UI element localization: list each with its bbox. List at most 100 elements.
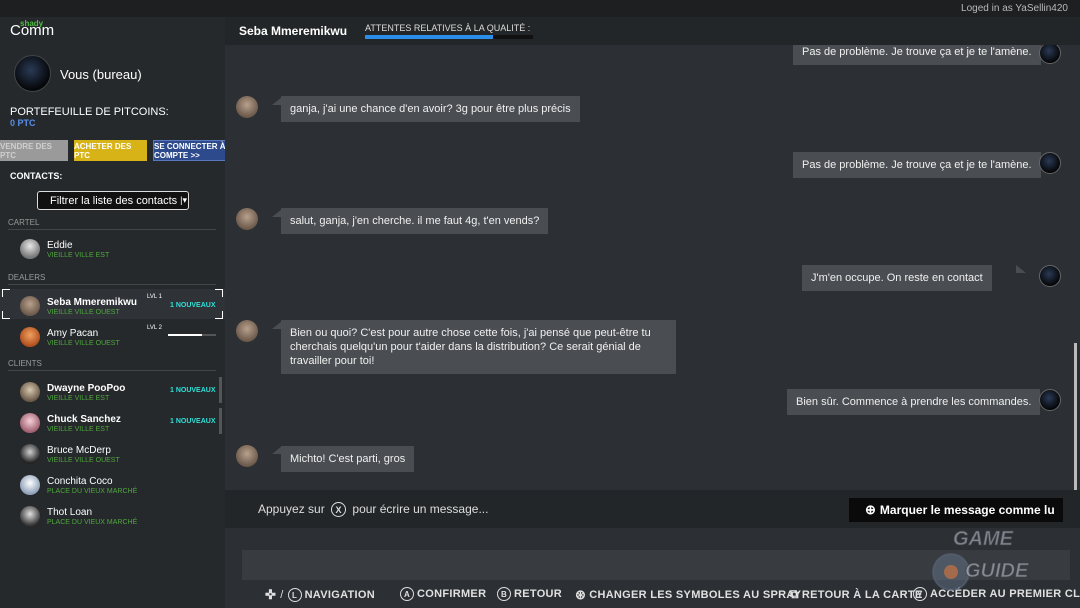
avatar (1039, 265, 1061, 287)
avatar (1039, 45, 1061, 64)
contact-name: Amy Pacan (47, 328, 99, 339)
selection-corner (2, 311, 10, 319)
confirm-label: CONFIRMER (417, 588, 487, 600)
contact-amy-pacan[interactable]: Amy Pacan VIEILLE VILLE OUEST LVL 2 (0, 320, 225, 350)
level-label: LVL 1 (147, 294, 163, 300)
avatar (236, 208, 258, 230)
message-outgoing: Pas de problème. Je trouve ça et je te l… (793, 45, 1041, 65)
chat-contact-name: Seba Mmeremikwu (239, 24, 348, 38)
buy-ptc-button[interactable]: ACHETER DES PTC (74, 140, 147, 161)
contact-location: VIEILLE VILLE EST (47, 426, 110, 433)
mark-as-read-button[interactable]: ⊕ Marquer le message comme lu (849, 498, 1063, 522)
quality-expectations-label: ATTENTES RELATIVES À LA QUALITÉ : (365, 23, 531, 33)
contacts-title: CONTACTS: (10, 171, 63, 181)
contact-bruce-mcderp[interactable]: Bruce McDerp VIEILLE VILLE OUEST (0, 437, 225, 467)
sidebar-scroll-indicator (219, 408, 222, 434)
chat-messages[interactable]: Pas de problème. Je trouve ça et je te l… (225, 45, 1080, 490)
contact-eddie[interactable]: Eddie VIEILLE VILLE EST (0, 232, 225, 262)
avatar (20, 444, 40, 464)
back-label: RETOUR (514, 588, 563, 600)
selection-corner (215, 311, 223, 319)
view-button-icon: ⧉ (790, 587, 799, 601)
avatar (20, 296, 40, 316)
footer-navigation: ✜ / L NAVIGATION (265, 587, 375, 603)
sell-ptc-button[interactable]: VENDRE DES PTC (0, 140, 68, 161)
section-divider (8, 284, 216, 285)
message-incoming: salut, ganja, j'en cherche. il me faut 4… (281, 208, 549, 234)
message-incoming: ganja, j'ai une chance d'en avoir? 3g po… (281, 96, 580, 122)
chevron-down-icon: |▾ (180, 195, 188, 205)
compose-prompt-before: Appuyez sur (258, 502, 325, 516)
message-incoming: Michto! C'est parti, gros (281, 446, 415, 472)
contact-location: PLACE DU VIEUX MARCHÉ (47, 488, 138, 495)
selection-corner (2, 289, 10, 297)
section-divider (8, 370, 216, 371)
avatar (20, 506, 40, 526)
profile-name: Vous (bureau) (60, 67, 142, 82)
contact-name: Thot Loan (47, 507, 93, 518)
wallet-label: PORTEFEUILLE DE PITCOINS: (10, 106, 169, 118)
right-stick-icon: ⊛ (575, 587, 587, 602)
left-stick-icon: L (287, 588, 302, 602)
level-progress-bar (168, 334, 216, 336)
avatar (20, 239, 40, 259)
app-logo: Comm (10, 22, 55, 39)
contact-name: Dwayne PooPoo (47, 383, 126, 394)
avatar (1039, 389, 1061, 411)
contacts-filter-select[interactable]: Filtrer la liste des contacts |▾ (37, 191, 189, 210)
message-outgoing: J'm'en occupe. On reste en contact (802, 265, 992, 291)
profile-avatar (14, 55, 51, 92)
top-bar: Loged in as YaSellin420 (0, 0, 1080, 17)
avatar (20, 327, 40, 347)
a-button-icon: A (400, 587, 414, 601)
contact-chuck-sanchez[interactable]: Chuck Sanchez VIEILLE VILLE EST 1 NOUVEA… (0, 406, 225, 436)
mark-as-read-label: Marquer le message comme lu (879, 503, 1055, 517)
avatar (236, 445, 258, 467)
message-outgoing: Pas de problème. Je trouve ça et je te l… (793, 152, 1041, 178)
new-messages-badge: 1 NOUVEAUX (170, 387, 216, 394)
chat-scrollbar[interactable] (1074, 343, 1077, 490)
contact-name: Seba Mmeremikwu (47, 297, 138, 308)
contact-name: Conchita Coco (47, 476, 113, 487)
wallet-value: 0 PTC (10, 118, 36, 128)
contact-location: VIEILLE VILLE OUEST (47, 309, 120, 316)
section-dealers: DEALERS (8, 273, 46, 282)
contact-thot-loan[interactable]: Thot Loan PLACE DU VIEUX MARCHÉ (0, 499, 225, 529)
bubble-tail (1016, 152, 1026, 160)
level-progress-fill (168, 334, 202, 336)
x-button-icon: X (331, 502, 347, 518)
contact-name: Eddie (47, 240, 73, 251)
compose-prompt[interactable]: Appuyez sur X pour écrire un message... (258, 502, 488, 518)
bubble-tail (1016, 45, 1026, 47)
logged-in-label: Loged in as YaSellin420 (961, 3, 1068, 14)
chat-header: Seba Mmeremikwu ATTENTES RELATIVES À LA … (225, 17, 1080, 45)
dpad-icon: ✜ (265, 587, 277, 602)
level-label: LVL 2 (147, 325, 163, 331)
avatar (20, 382, 40, 402)
contact-location: VIEILLE VILLE EST (47, 252, 110, 259)
contact-dwayne-poopoo[interactable]: Dwayne PooPoo VIEILLE VILLE EST 1 NOUVEA… (0, 375, 225, 405)
contact-location: VIEILLE VILLE OUEST (47, 340, 120, 347)
slash-separator: / (280, 589, 284, 601)
quality-expectations-bar (365, 35, 533, 39)
contact-location: VIEILLE VILLE OUEST (47, 457, 120, 464)
contact-name: Bruce McDerp (47, 445, 111, 456)
contact-name: Chuck Sanchez (47, 414, 121, 425)
new-messages-badge: 1 NOUVEAUX (170, 418, 216, 425)
sidebar: shady Comm Vous (bureau) PORTEFEUILLE DE… (0, 17, 273, 608)
section-divider (8, 229, 216, 230)
avatar (236, 96, 258, 118)
contact-conchita-coco[interactable]: Conchita Coco PLACE DU VIEUX MARCHÉ (0, 468, 225, 498)
contact-seba-mmeremikwu[interactable]: Seba Mmeremikwu VIEILLE VILLE OUEST LVL … (0, 289, 225, 319)
new-messages-badge: 1 NOUVEAUX (170, 302, 216, 309)
stick-press-icon: ⊕ (865, 502, 876, 517)
footer-confirm: A CONFIRMER (400, 587, 486, 601)
section-cartel: CARTEL (8, 218, 40, 227)
contact-location: VIEILLE VILLE EST (47, 395, 110, 402)
message-incoming: Bien ou quoi? C'est pour autre chose cet… (281, 320, 676, 374)
bubble-tail (1016, 389, 1026, 397)
avatar (20, 413, 40, 433)
footer-back: B RETOUR (497, 587, 562, 601)
contact-location: PLACE DU VIEUX MARCHÉ (47, 519, 138, 526)
watermark-line1: GAME (953, 528, 1014, 551)
